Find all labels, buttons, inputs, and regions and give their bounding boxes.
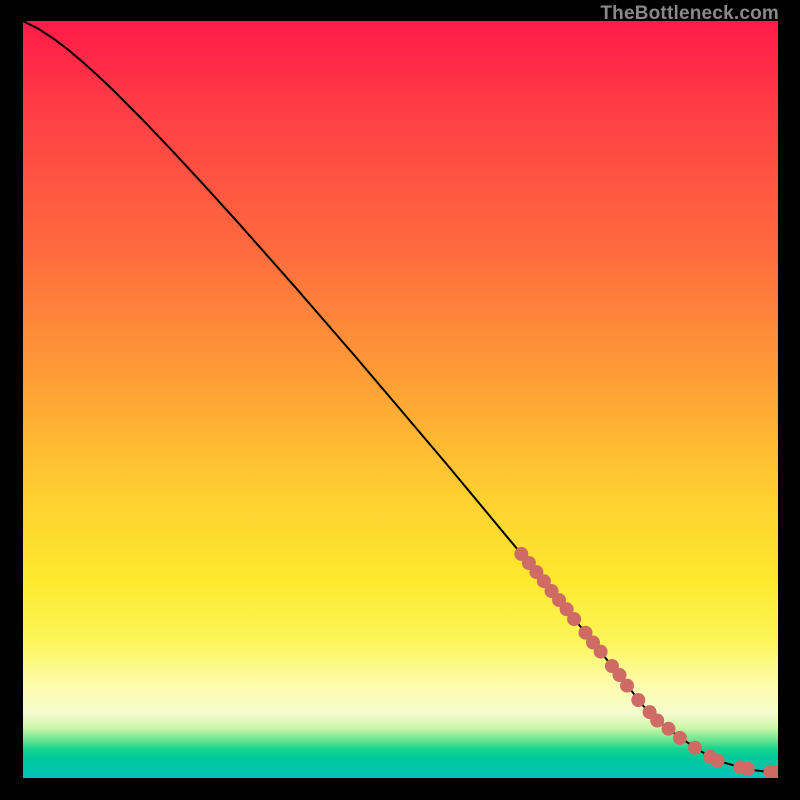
watermark-text: TheBottleneck.com <box>600 3 779 25</box>
plot-area <box>23 21 778 778</box>
chart-stage: TheBottleneck.com <box>0 0 800 800</box>
